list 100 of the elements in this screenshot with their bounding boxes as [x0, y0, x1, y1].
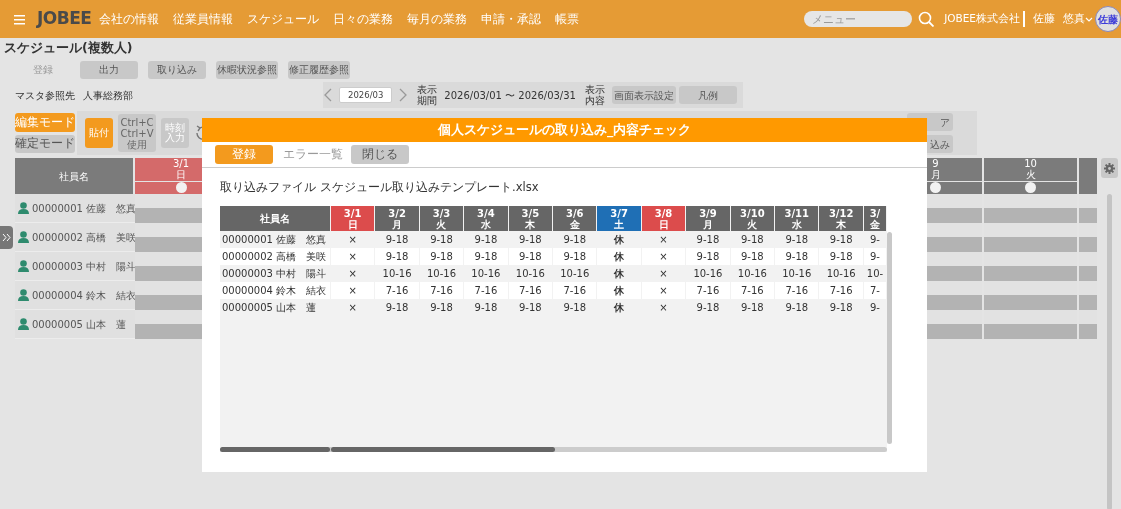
search-field[interactable]: メニュー [804, 11, 913, 27]
column-header: 3/ 金 [863, 206, 886, 231]
company-name: JOBEE株式会社 [944, 11, 1025, 27]
table-cell: 休 [597, 248, 641, 265]
menu-link[interactable]: 申請・承認 [481, 10, 542, 28]
menu-link[interactable]: 従業員情報 [173, 10, 234, 28]
column-header: 3/8 日 [641, 206, 686, 231]
table-cell: 9-18 [375, 248, 419, 265]
table-cell: 9-18 [819, 248, 863, 265]
table-cell: × [330, 248, 375, 265]
table-cell: 休 [597, 282, 641, 299]
field-label: 表示内容 [584, 84, 607, 106]
horizontal-scrollbar[interactable] [220, 447, 887, 452]
tool-button[interactable]: Ctrl+C Ctrl+V 使用 [118, 114, 156, 152]
field-label: 表示期間 [416, 84, 439, 106]
action-button[interactable]: 休暇状況参照 [216, 60, 278, 79]
shift-bar [1079, 266, 1097, 281]
tool-button[interactable]: 貼付 [85, 118, 113, 148]
table-cell: 9- [863, 248, 886, 265]
previous-icon[interactable] [323, 88, 333, 102]
column-header: 10 火 [984, 158, 1079, 181]
column-header: 3/6 金 [553, 206, 597, 231]
menu-link[interactable]: 会社の情報 [99, 10, 160, 28]
person-icon [18, 260, 29, 272]
user-name: 佐藤 [1033, 11, 1055, 27]
shift-bar [1079, 295, 1097, 310]
toolbar-button[interactable]: 凡例 [679, 86, 738, 104]
column-header: 3/10 火 [730, 206, 775, 231]
dialog-button[interactable]: 閉じる [351, 145, 409, 164]
table-cell: 9-18 [464, 248, 508, 265]
employee-name: 00000001 佐藤 悠真 [32, 201, 137, 216]
mode-button[interactable]: 確定モード [15, 134, 75, 153]
column-toggle[interactable] [1025, 182, 1036, 193]
menu-link[interactable]: 日々の業務 [333, 10, 394, 28]
table-cell: 7-16 [464, 282, 508, 299]
table-cell: 7-16 [686, 282, 730, 299]
double-chevron-icon [2, 233, 11, 242]
table-cell: 00000004 鈴木 結衣 [220, 282, 330, 299]
table-cell: 9-18 [508, 248, 553, 265]
sidebar-toggle[interactable] [0, 226, 13, 249]
settings-button[interactable] [1101, 158, 1118, 178]
mode-button[interactable]: 編集モード [15, 113, 75, 132]
table-cell: 7- [863, 282, 886, 299]
table-cell: 7-16 [775, 282, 819, 299]
field-label: 取り込みファイル [220, 179, 317, 196]
field-label: マスタ参照先 [15, 88, 76, 103]
column-header: 3/11 水 [775, 206, 819, 231]
table-cell: 7-16 [730, 282, 775, 299]
chevron-down-icon[interactable] [1085, 15, 1093, 23]
period-range: 2026/03/01 〜 2026/03/31 [444, 88, 577, 103]
column-header: 3/5 木 [508, 206, 553, 231]
person-icon [18, 202, 29, 214]
column-header: 3/4 水 [464, 206, 508, 231]
action-button[interactable]: 出力 [80, 60, 138, 79]
employee-name: 00000003 中村 陽斗 [32, 259, 137, 274]
column-header: 社員名 [220, 206, 330, 231]
person-icon [18, 231, 29, 243]
column-toggle[interactable] [930, 182, 941, 193]
table-cell: 7-16 [553, 282, 597, 299]
page-title: スケジュール(複数人) [3, 39, 134, 57]
month-field[interactable]: 2026/03 [339, 86, 393, 104]
action-button[interactable]: 修正履歴参照 [288, 60, 350, 79]
menu-link[interactable]: スケジュール [247, 10, 320, 28]
employee-name: 00000005 山本 蓮 [32, 317, 127, 332]
table-cell: 9-18 [775, 248, 819, 265]
table-cell: 00000002 高橋 美咲 [220, 248, 330, 265]
menu-link[interactable]: 帳票 [555, 10, 580, 28]
column-header: 3/3 火 [419, 206, 464, 231]
table-cell: 9-18 [730, 248, 775, 265]
menu-link[interactable]: 毎月の業務 [407, 10, 468, 28]
vertical-scrollbar[interactable] [1107, 194, 1112, 509]
search-icon[interactable] [918, 11, 935, 27]
table-cell: 7-16 [819, 282, 863, 299]
logo[interactable]: JOBEE [37, 6, 92, 32]
vertical-scrollbar[interactable] [887, 232, 892, 444]
user-name: 悠真 [1063, 11, 1085, 27]
table-cell: 9-18 [553, 248, 597, 265]
dialog-button[interactable]: 登録 [215, 145, 273, 164]
field-value: 人事総務部 [83, 88, 133, 103]
column-header: 社員名 [15, 158, 135, 194]
dialog-title: 個人スケジュールの取り込み_内容チェック [202, 118, 927, 142]
employee-name: 00000002 高橋 美咲 [32, 230, 137, 245]
column-header: 3/1 日 [330, 206, 375, 231]
shift-bar [1079, 208, 1097, 223]
column-header: 3/12 木 [819, 206, 863, 231]
action-button[interactable]: 取り込み [148, 60, 206, 79]
column-header: 3/9 月 [686, 206, 730, 231]
table-cell: × [641, 248, 686, 265]
file-name: スケジュール取り込みテンプレート.xlsx [320, 179, 539, 196]
next-icon[interactable] [398, 88, 409, 102]
user-avatar[interactable]: 佐藤 [1095, 6, 1121, 32]
table-cell: 9-18 [419, 248, 464, 265]
table-cell: × [330, 282, 375, 299]
toolbar-button[interactable]: 画面表示設定 [612, 86, 677, 104]
person-icon [18, 289, 29, 301]
column-toggle[interactable] [175, 182, 187, 193]
table-cell: 7-16 [375, 282, 419, 299]
menu-icon[interactable] [14, 13, 25, 25]
table-cell: 7-16 [508, 282, 553, 299]
column-header: 3/7 土 [597, 206, 641, 231]
